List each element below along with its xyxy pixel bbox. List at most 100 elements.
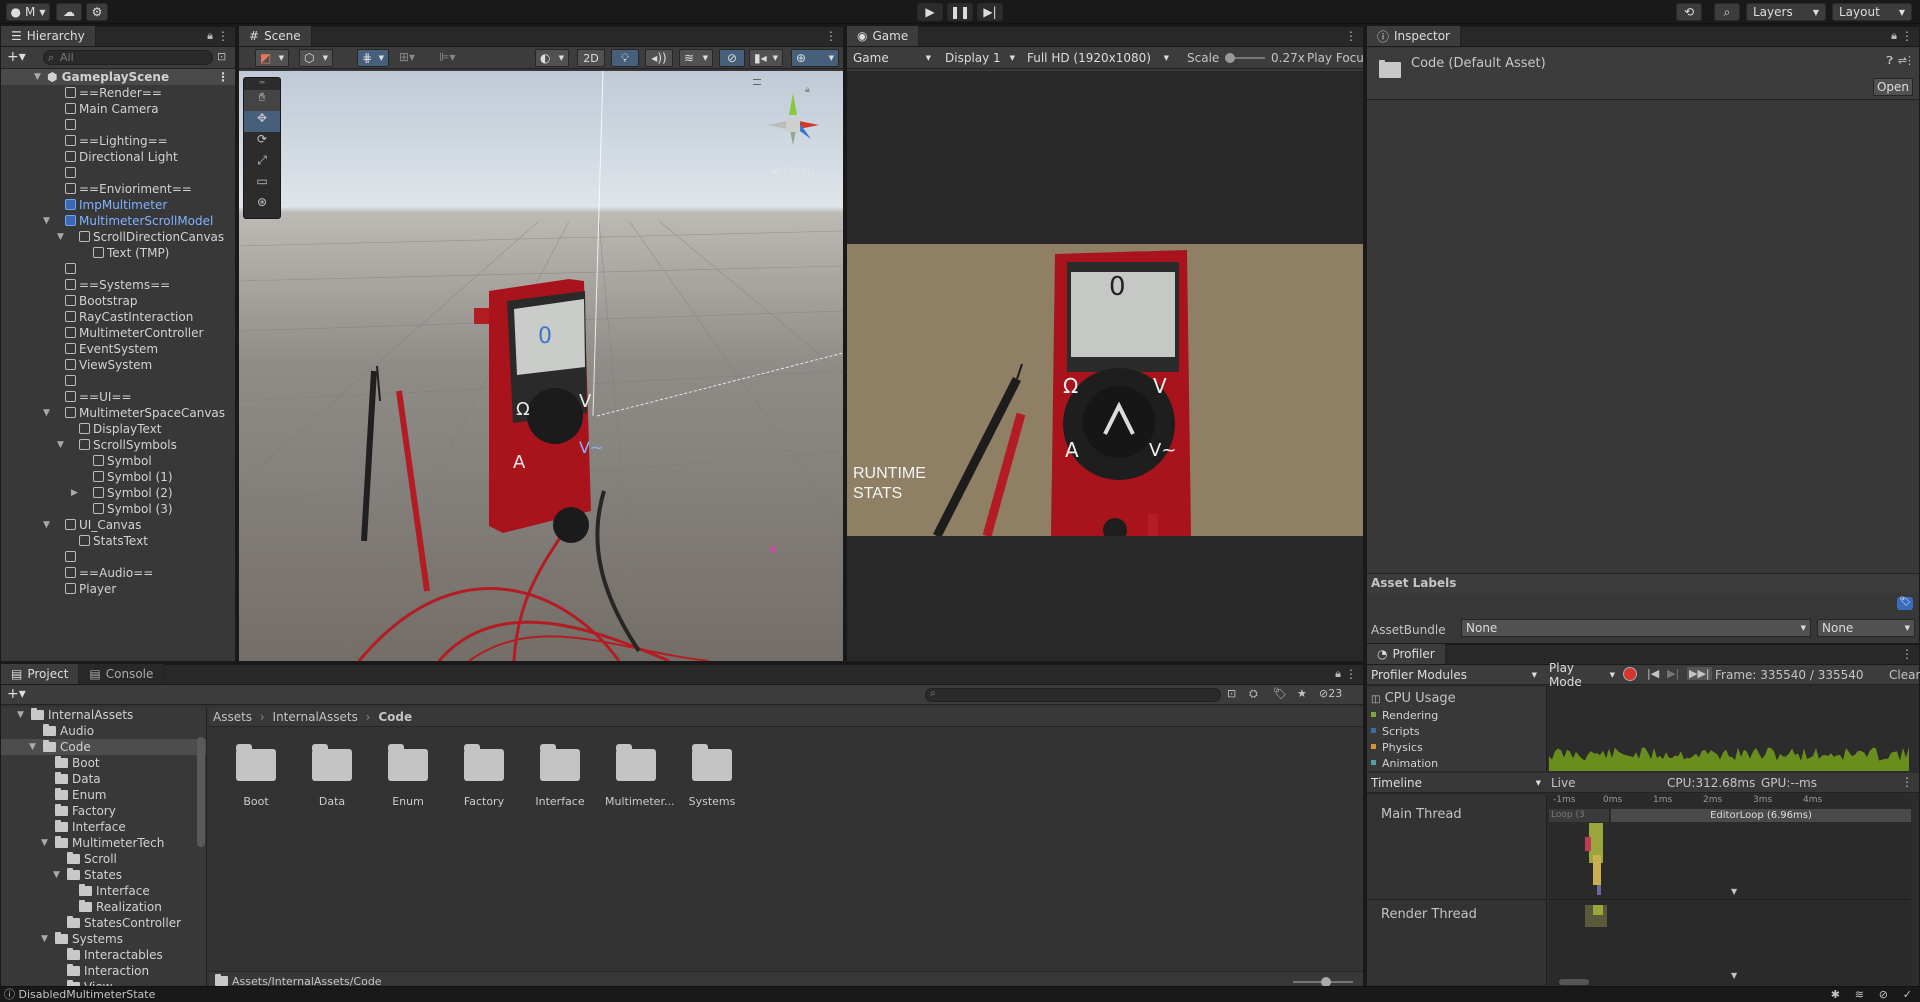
project-tree-item[interactable]: Audio [1, 723, 206, 739]
hierarchy-item[interactable]: Main Camera [1, 101, 235, 117]
kebab-menu-icon[interactable]: ⋮ [1901, 647, 1913, 661]
project-tree-item[interactable]: Interface [1, 819, 206, 835]
hierarchy-item[interactable]: ==Render== [1, 85, 235, 101]
asset-folder[interactable]: Systems [681, 744, 743, 869]
check-icon[interactable]: ✓ [1903, 987, 1912, 1002]
scene-viewport[interactable]: 0 Ω V A V~ ═ ✋︎ ✥ ⟳ ⤢ ▭ ⊛ 🔒︎ < Persp [239, 71, 843, 661]
help-icon[interactable]: ❓︎ [1886, 54, 1893, 68]
project-tree-item[interactable]: ▼ States [1, 867, 206, 883]
label-filter-icon[interactable]: 🏷︎ [1273, 687, 1287, 700]
kebab-menu-icon[interactable]: ⋮ [1904, 54, 1915, 67]
hierarchy-item[interactable]: ViewSystem [1, 357, 235, 373]
horizontal-scrollbar[interactable] [1559, 979, 1589, 985]
hierarchy-item[interactable]: ==Envioriment== [1, 181, 235, 197]
hierarchy-item[interactable]: Symbol (3) [1, 501, 235, 517]
project-tree-item[interactable]: Data [1, 771, 206, 787]
expand-down-icon[interactable]: ▼ [1731, 971, 1737, 980]
hierarchy-item[interactable]: ▼ MultimeterSpaceCanvas [1, 405, 235, 421]
hierarchy-item[interactable] [1, 373, 235, 389]
open-button[interactable]: Open [1873, 78, 1913, 96]
scale-slider[interactable] [1225, 53, 1265, 63]
lock-icon[interactable]: 🔒︎ [1335, 667, 1341, 681]
cpu-usage-module[interactable]: ◫ CPU Usage Rendering Scripts Physics Anima… [1367, 687, 1547, 771]
kebab-menu-icon[interactable]: ⋮ [1901, 29, 1913, 43]
type-filter-icon[interactable]: ⛭ [1249, 687, 1258, 701]
hierarchy-item[interactable]: Symbol (1) [1, 469, 235, 485]
expand-down-icon[interactable]: ▼ [1731, 887, 1737, 896]
chevron-down-icon[interactable]: ▼ [57, 437, 67, 453]
last-frame-icon[interactable]: ▶▶| [1687, 667, 1712, 680]
status-message[interactable]: DisabledMultimeterState [19, 988, 156, 1001]
asset-folder[interactable]: Multimeter... [605, 744, 674, 869]
sample-bar[interactable] [1593, 855, 1601, 885]
cloud-button[interactable]: ☁ [56, 3, 82, 21]
clear-button[interactable]: Clear [1889, 668, 1920, 682]
audio-toggle[interactable]: ◂)) [645, 49, 673, 67]
kebab-menu-icon[interactable]: ⋮ [217, 29, 229, 43]
effects-dropdown[interactable]: ≋ ▼ [679, 49, 713, 67]
kebab-menu-icon[interactable]: ⋮ [217, 69, 229, 85]
collab-button[interactable]: ⚙ [86, 3, 108, 21]
project-tree-item[interactable]: Interface [1, 883, 206, 899]
hierarchy-item[interactable]: StatsText [1, 533, 235, 549]
asset-folder[interactable]: Boot [225, 744, 287, 869]
project-tree-item[interactable]: ▼ InternalAssets [1, 707, 206, 723]
loop-bar[interactable]: Loop (3 [1549, 809, 1609, 822]
project-tree-item[interactable]: Boot [1, 755, 206, 771]
hierarchy-item[interactable] [1, 549, 235, 565]
resolution-dropdown[interactable]: Full HD (1920x1080) ▼ [1023, 49, 1173, 67]
hierarchy-item[interactable]: ImpMultimeter [1, 197, 235, 213]
hierarchy-item[interactable] [1, 261, 235, 277]
camera-dropdown[interactable]: ▮◂ ▼ [749, 49, 783, 67]
display-dropdown[interactable]: Display 1 ▼ [941, 49, 1019, 67]
step-button[interactable]: ▶| [977, 3, 1003, 21]
hierarchy-item[interactable]: ==Lighting== [1, 133, 235, 149]
cache-icon[interactable]: ≋ [1855, 987, 1864, 1002]
live-toggle[interactable]: Live [1551, 776, 1576, 790]
shading-dropdown[interactable]: ⬡ ▼ [299, 49, 333, 67]
scene-gizmo[interactable] [753, 85, 833, 165]
sample-bar[interactable] [1585, 837, 1591, 851]
render-sample-bar[interactable] [1593, 905, 1603, 915]
hierarchy-item[interactable] [1, 117, 235, 133]
project-tree-item[interactable]: Factory [1, 803, 206, 819]
icon-size-slider[interactable] [1293, 977, 1353, 987]
rect-tool-icon[interactable]: ▭ [244, 174, 280, 195]
project-tree-item[interactable]: ▼ MultimeterTech [1, 835, 206, 851]
editor-loop-bar[interactable]: EditorLoop (6.96ms) [1611, 809, 1911, 822]
tab-game[interactable]: ◉ Game [847, 26, 920, 46]
asset-folder[interactable]: Interface [529, 744, 591, 869]
play-button[interactable]: ▶ [917, 3, 943, 21]
breadcrumb-item[interactable]: Assets [213, 710, 252, 724]
scale-slider-thumb[interactable] [1225, 53, 1235, 63]
project-tree-item[interactable]: Realization [1, 899, 206, 915]
profiler-category[interactable]: Physics [1367, 740, 1546, 756]
hierarchy-item[interactable]: ==UI== [1, 389, 235, 405]
hand-tool-icon[interactable]: ✋︎ [244, 90, 280, 111]
rotate-tool-icon[interactable]: ⟳ [244, 132, 280, 153]
profiler-category[interactable]: Scripts [1367, 724, 1546, 740]
hierarchy-item[interactable]: DisplayText [1, 421, 235, 437]
chevron-down-icon[interactable]: ▼ [57, 229, 67, 245]
hierarchy-item[interactable]: ▼ UI_Canvas [1, 517, 235, 533]
scene-search-icon[interactable]: ⊡ [217, 50, 226, 63]
project-tree-item[interactable]: Interaction [1, 963, 206, 979]
project-tree-item[interactable]: ▼ Code [1, 739, 206, 755]
play-focus-dropdown[interactable]: Play Focu [1307, 51, 1363, 65]
lock-icon[interactable]: 🔒︎ [207, 29, 213, 43]
hierarchy-item[interactable]: ▼ ScrollSymbols [1, 437, 235, 453]
hierarchy-item[interactable]: ▼ MultimeterScrollModel [1, 213, 235, 229]
account-dropdown[interactable]: ● M ▼ [6, 3, 50, 21]
hierarchy-item[interactable]: Directional Light [1, 149, 235, 165]
lock-icon[interactable]: 🔒︎ [805, 85, 810, 95]
tab-console[interactable]: ▤ Console [79, 664, 165, 684]
profiler-category[interactable]: Rendering [1367, 708, 1546, 724]
chevron-down-icon[interactable]: ▼ [29, 739, 39, 755]
kebab-menu-icon[interactable]: ⋮ [1345, 29, 1357, 43]
asset-folder[interactable]: Data [301, 744, 363, 869]
first-frame-icon[interactable]: |◀ [1647, 667, 1659, 680]
profiler-modules-dropdown[interactable]: Profiler Modules ▼ [1367, 666, 1541, 684]
hidden-count-toggle[interactable]: ⊘23 [1319, 687, 1342, 700]
lock-icon[interactable]: 🔒︎ [1891, 29, 1897, 43]
hierarchy-item[interactable] [1, 165, 235, 181]
